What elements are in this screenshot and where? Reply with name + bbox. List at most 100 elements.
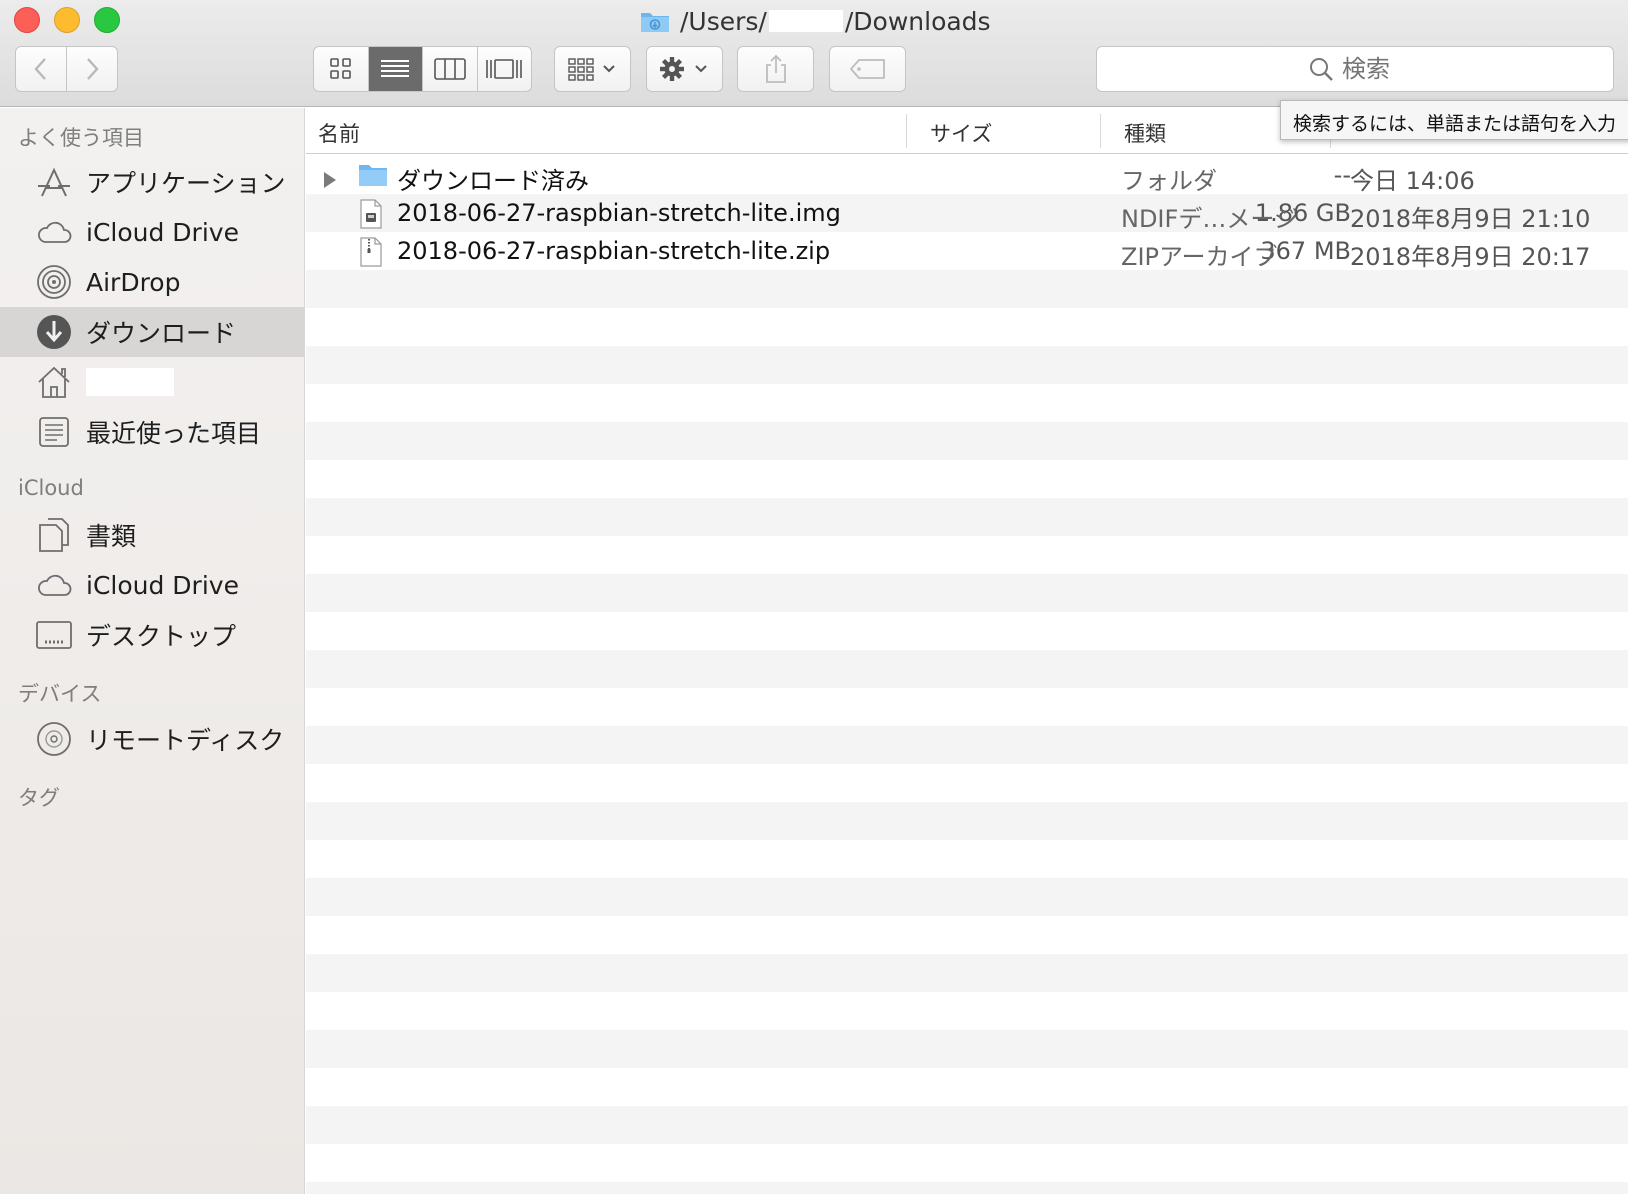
empty-row <box>306 612 1628 650</box>
sidebar-item-label: リモートディスク <box>86 726 285 755</box>
sidebar-item-icloud-drive[interactable]: iCloud Drive <box>0 207 304 257</box>
tag-button[interactable] <box>829 46 906 92</box>
folder-icon <box>358 161 388 193</box>
column-header-size[interactable]: サイズ <box>930 118 992 148</box>
close-window-button[interactable] <box>14 7 40 33</box>
file-row-zip[interactable]: 2018-06-27-raspbian-stretch-lite.zip 367… <box>306 232 1628 273</box>
share-button[interactable] <box>737 46 814 92</box>
empty-row <box>306 536 1628 574</box>
sidebar-item-label: 書類 <box>86 522 137 551</box>
empty-row <box>306 346 1628 384</box>
chevron-right-icon <box>87 58 99 80</box>
empty-row <box>306 1030 1628 1068</box>
empty-row <box>306 384 1628 422</box>
sidebar-item-applications[interactable]: アプリケーション <box>0 157 304 207</box>
disk-image-icon <box>358 199 384 235</box>
empty-row <box>306 574 1628 612</box>
file-date: 2018年8月9日 21:10 <box>1350 205 1591 233</box>
empty-row <box>306 650 1628 688</box>
minimize-window-button[interactable] <box>54 7 80 33</box>
navigation-buttons <box>15 46 118 92</box>
sidebar-section-tags: タグ <box>18 786 60 810</box>
columns-icon <box>433 58 466 80</box>
back-button[interactable] <box>16 47 66 91</box>
sidebar-item-label: AirDrop <box>86 267 181 297</box>
file-name: 2018-06-27-raspbian-stretch-lite.img <box>397 199 841 227</box>
sidebar-item-documents[interactable]: 書類 <box>0 510 304 560</box>
sidebar-item-downloads[interactable]: ダウンロード <box>0 307 304 357</box>
file-row-folder[interactable]: ダウンロード済み -- フォルダ 今日 14:06 <box>306 156 1628 195</box>
disc-icon <box>36 721 72 757</box>
empty-row <box>306 498 1628 536</box>
search-tooltip: 検索するには、単語または語句を入力 <box>1280 100 1628 140</box>
sidebar-item-home[interactable] <box>0 357 304 407</box>
search-input[interactable] <box>1342 55 1402 83</box>
file-row-img[interactable]: 2018-06-27-raspbian-stretch-lite.img 1.8… <box>306 194 1628 235</box>
empty-row <box>306 878 1628 916</box>
chevron-down-icon <box>602 65 615 73</box>
toolbar: /Users/ /Downloads <box>0 0 1628 107</box>
column-divider[interactable] <box>906 114 907 148</box>
window-title-suffix: /Downloads <box>844 6 991 36</box>
sidebar-item-label: ダウンロード <box>86 319 237 348</box>
sidebar-item-airdrop[interactable]: AirDrop <box>0 257 304 307</box>
redacted-home-name <box>86 368 174 396</box>
column-divider[interactable] <box>1100 114 1101 148</box>
search-field[interactable] <box>1096 46 1614 92</box>
cover-flow-view-button[interactable] <box>476 47 532 91</box>
empty-row <box>306 916 1628 954</box>
file-kind: NDIFデ…メージ <box>1121 205 1298 233</box>
file-name: 2018-06-27-raspbian-stretch-lite.zip <box>397 237 831 265</box>
empty-row <box>306 1068 1628 1106</box>
sidebar-item-label: デスクトップ <box>86 622 237 651</box>
sidebar-item-label: iCloud Drive <box>86 570 239 600</box>
cloud-icon <box>36 214 72 250</box>
arrange-button[interactable] <box>554 46 631 92</box>
empty-row <box>306 270 1628 308</box>
file-list: 名前 サイズ 種類 ダウンロード済み -- フォルダ 今日 14:06 2018… <box>306 108 1628 1194</box>
empty-row <box>306 460 1628 498</box>
file-size: -- <box>1333 161 1351 189</box>
column-header-kind[interactable]: 種類 <box>1124 118 1166 148</box>
sidebar: よく使う項目 アプリケーション iCloud Drive AirDrop ダウン… <box>0 108 305 1194</box>
sidebar-item-icloud-drive-2[interactable]: iCloud Drive <box>0 560 304 610</box>
file-name: ダウンロード済み <box>397 167 589 195</box>
list-icon <box>381 60 410 77</box>
applications-icon <box>36 164 72 200</box>
desktop-icon <box>36 617 72 653</box>
sidebar-item-remote-disc[interactable]: リモートディスク <box>0 714 304 764</box>
column-header-name[interactable]: 名前 <box>318 118 360 148</box>
empty-row <box>306 1144 1628 1182</box>
sidebar-item-label: 最近使った項目 <box>86 419 262 448</box>
search-icon <box>1310 58 1333 81</box>
cover-flow-icon <box>486 59 523 79</box>
list-view-button[interactable] <box>367 47 422 91</box>
sidebar-item-desktop[interactable]: デスクトップ <box>0 610 304 660</box>
file-rows: ダウンロード済み -- フォルダ 今日 14:06 2018-06-27-ras… <box>306 156 1628 1194</box>
column-view-button[interactable] <box>422 47 477 91</box>
airdrop-icon <box>36 264 72 300</box>
download-icon <box>36 314 72 350</box>
empty-row <box>306 954 1628 992</box>
sidebar-section-devices: デバイス <box>18 682 102 706</box>
downloads-folder-icon <box>640 9 670 33</box>
file-date: 今日 14:06 <box>1350 167 1475 195</box>
empty-row <box>306 802 1628 840</box>
icon-view-button[interactable] <box>314 47 368 91</box>
action-button[interactable] <box>646 46 723 92</box>
empty-row <box>306 688 1628 726</box>
file-kind: ZIPアーカイブ <box>1121 243 1278 271</box>
tag-icon <box>849 59 885 79</box>
sidebar-item-recents[interactable]: 最近使った項目 <box>0 407 304 457</box>
file-date: 2018年8月9日 20:17 <box>1350 243 1591 271</box>
disclosure-triangle-icon[interactable] <box>322 167 338 195</box>
forward-button[interactable] <box>66 47 117 91</box>
chevron-left-icon <box>34 58 46 80</box>
zoom-window-button[interactable] <box>94 7 120 33</box>
documents-icon <box>36 517 72 553</box>
file-kind: フォルダ <box>1121 167 1217 195</box>
window-title-prefix: /Users/ <box>680 6 767 36</box>
zip-file-icon <box>358 237 384 273</box>
redacted-username <box>768 10 843 32</box>
arrange-grid-icon <box>567 58 615 81</box>
